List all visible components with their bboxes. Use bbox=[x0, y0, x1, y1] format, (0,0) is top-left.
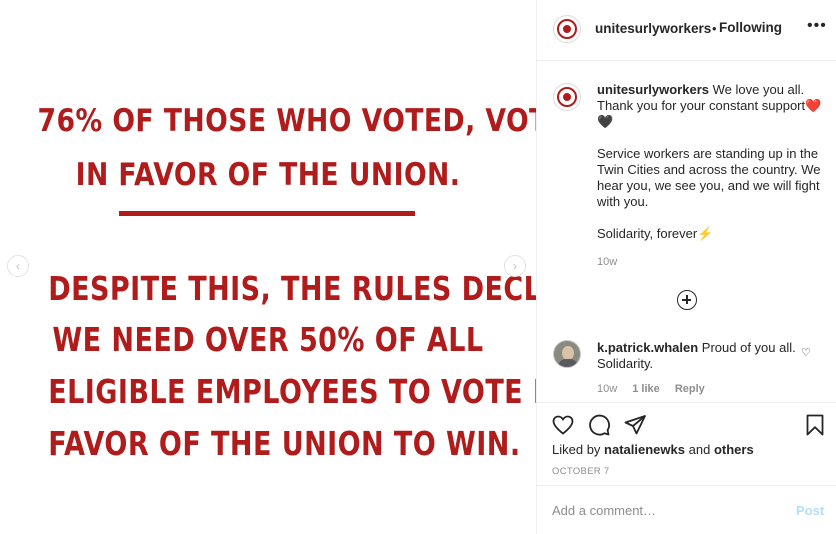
following-button[interactable]: Following bbox=[719, 20, 782, 35]
comment-like-icon[interactable]: ♡ bbox=[801, 346, 811, 359]
poster-line-3: DESPITE THIS, THE RULES DECLARE bbox=[48, 269, 536, 308]
poster-line-5: ELIGIBLE EMPLOYEES TO VOTE IN bbox=[48, 372, 536, 411]
avatar-face bbox=[562, 346, 574, 360]
post-image: 76% OF THOSE WHO VOTED, VOTED IN FAVOR O… bbox=[0, 0, 536, 534]
liked-by-user[interactable]: natalienewks bbox=[604, 442, 685, 457]
liked-by: Liked by natalienewks and others bbox=[552, 442, 754, 457]
liked-by-prefix: Liked by bbox=[552, 442, 601, 457]
caption-avatar[interactable] bbox=[553, 83, 581, 111]
comment-meta: 10w 1 like Reply bbox=[597, 383, 717, 395]
load-more-comments-icon[interactable] bbox=[677, 290, 697, 310]
post-actions: Liked by natalienewks and others OCTOBER… bbox=[537, 402, 836, 484]
poster-line-4: WE NEED OVER 50% OF ALL bbox=[52, 320, 484, 359]
comment-icon[interactable] bbox=[587, 413, 611, 437]
comment-input[interactable] bbox=[552, 500, 772, 520]
poster-line-2: IN FAVOR OF THE UNION. bbox=[75, 157, 461, 193]
poster-divider bbox=[119, 211, 415, 216]
author-avatar[interactable] bbox=[553, 15, 581, 43]
bookmark-icon[interactable] bbox=[803, 413, 827, 437]
chevron-right-icon: › bbox=[513, 259, 517, 273]
carousel-next-button[interactable]: › bbox=[504, 255, 526, 277]
post-button[interactable]: Post bbox=[796, 503, 824, 518]
logo-center bbox=[563, 25, 571, 33]
caption-timestamp[interactable]: 10w bbox=[597, 256, 617, 268]
post-date[interactable]: OCTOBER 7 bbox=[552, 466, 609, 477]
poster-line-6: FAVOR OF THE UNION TO WIN. bbox=[48, 424, 521, 463]
liked-by-and: and bbox=[688, 442, 711, 457]
post-sidebar: unitesurlyworkers • Following ••• unites… bbox=[536, 0, 836, 534]
post-header: unitesurlyworkers • Following ••• bbox=[537, 0, 836, 61]
header-separator: • bbox=[712, 21, 717, 36]
avatar-body bbox=[558, 359, 578, 367]
commenter-username[interactable]: k.patrick.whalen bbox=[597, 340, 698, 355]
liked-by-others[interactable]: others bbox=[714, 442, 754, 457]
logo-center bbox=[563, 93, 571, 101]
commenter-avatar[interactable] bbox=[553, 340, 581, 368]
comment-timestamp[interactable]: 10w bbox=[597, 383, 617, 395]
author-username[interactable]: unitesurlyworkers bbox=[595, 21, 711, 36]
post-media[interactable]: 76% OF THOSE WHO VOTED, VOTED IN FAVOR O… bbox=[0, 0, 536, 534]
more-options-icon[interactable]: ••• bbox=[807, 17, 827, 35]
caption-text-3: Solidarity, forever⚡ bbox=[597, 226, 714, 241]
carousel-prev-button[interactable]: ‹ bbox=[7, 255, 29, 277]
caption-text-2: Service workers are standing up in the T… bbox=[597, 146, 821, 209]
caption-username[interactable]: unitesurlyworkers bbox=[597, 82, 709, 97]
poster-line-1: 76% OF THOSE WHO VOTED, VOTED bbox=[37, 103, 536, 139]
heart-icon[interactable] bbox=[551, 413, 575, 437]
comment-reply-button[interactable]: Reply bbox=[675, 383, 705, 395]
share-icon[interactable] bbox=[623, 413, 647, 437]
post-caption: unitesurlyworkers We love you all. Thank… bbox=[597, 82, 829, 242]
comment-item: k.patrick.whalen Proud of you all. Solid… bbox=[597, 340, 797, 372]
add-comment-bar: Post bbox=[537, 485, 836, 534]
comments-list[interactable]: unitesurlyworkers We love you all. Thank… bbox=[537, 61, 836, 402]
chevron-left-icon: ‹ bbox=[16, 259, 20, 273]
comment-likes-count[interactable]: 1 like bbox=[632, 383, 660, 395]
